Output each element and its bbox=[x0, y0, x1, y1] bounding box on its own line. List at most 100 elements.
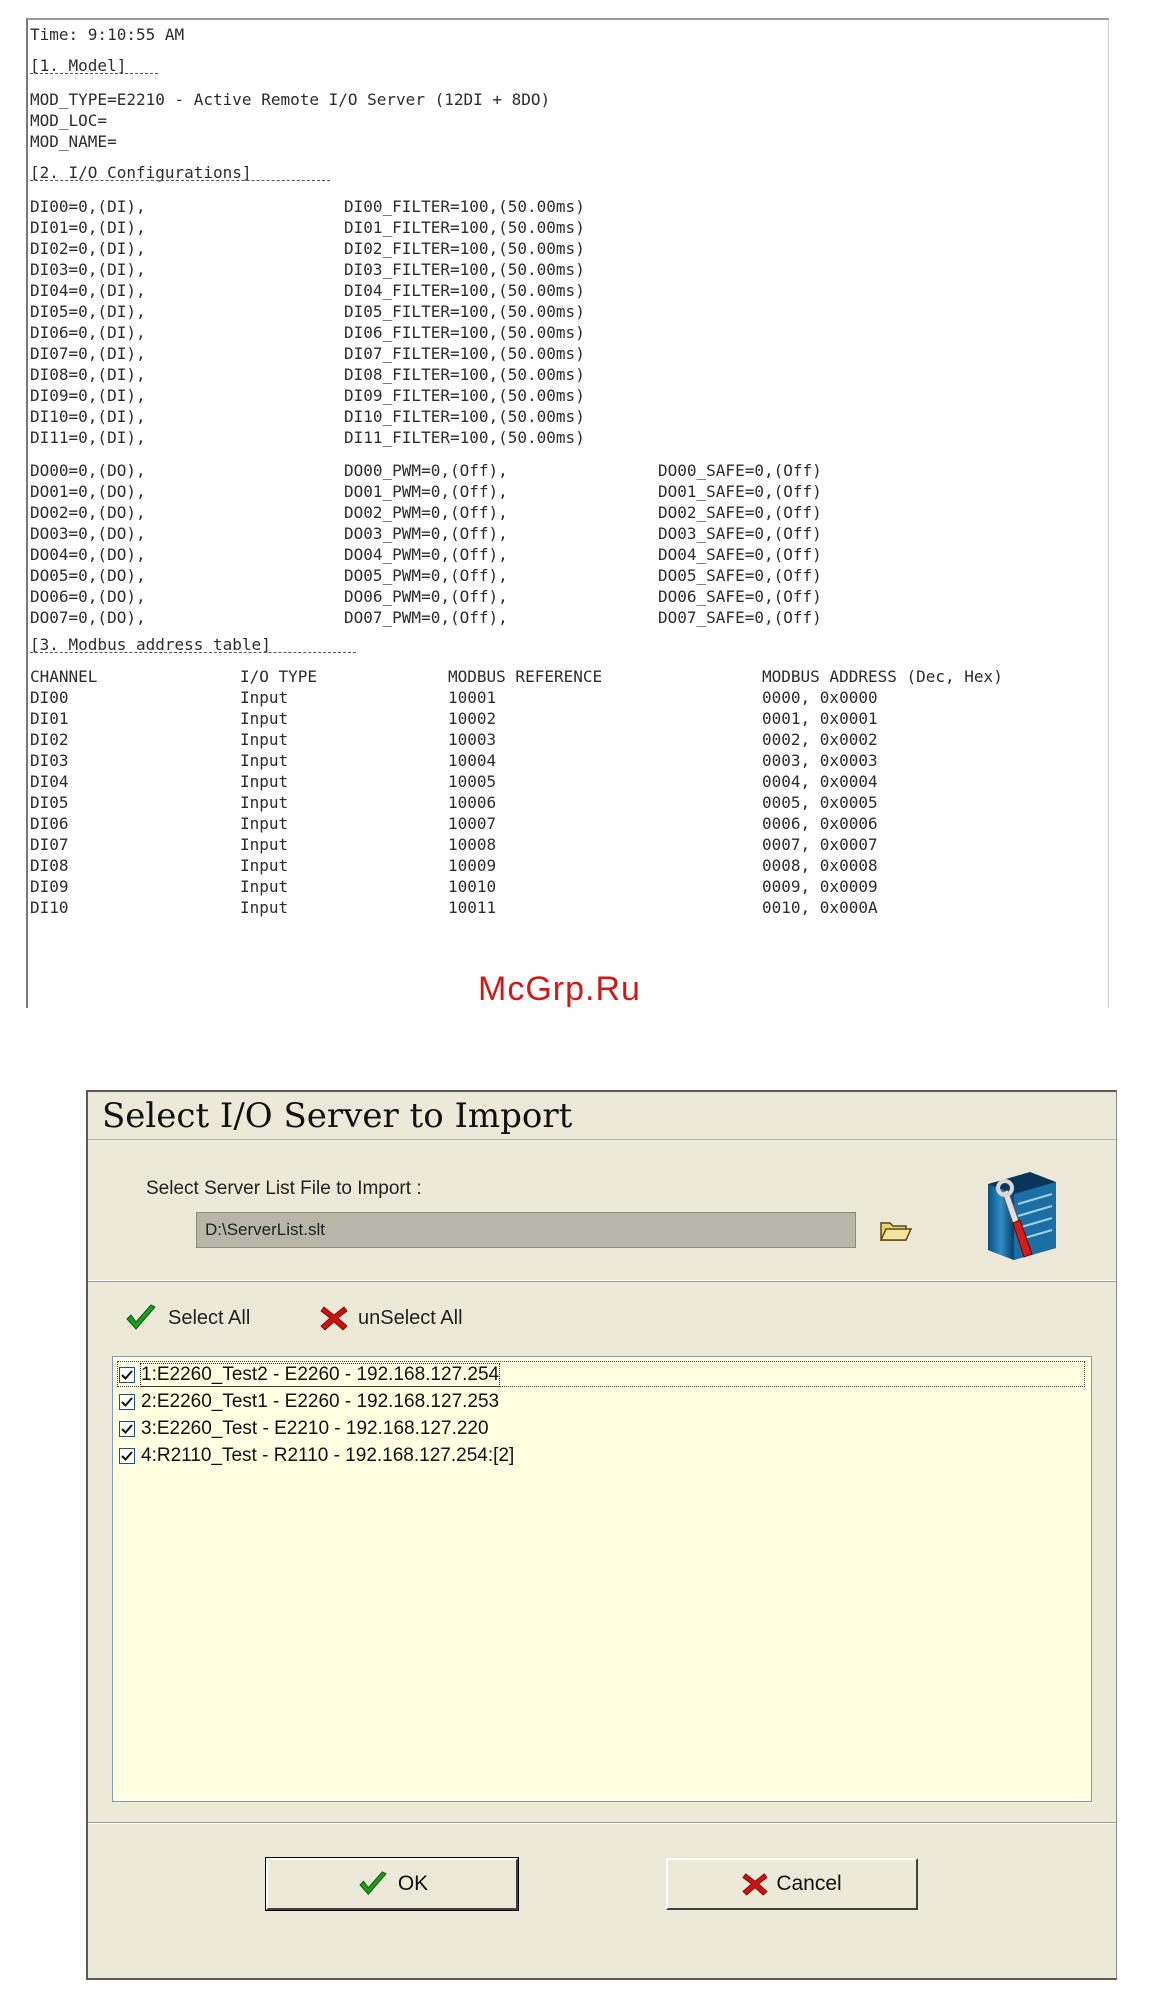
report-text-cell: DO00_PWM=0,(Off), bbox=[344, 461, 508, 480]
report-text-cell: 10009 bbox=[448, 856, 497, 875]
report-text-cell: DO04_PWM=0,(Off), bbox=[344, 545, 508, 564]
report-text-cell: DO00_SAFE=0,(Off) bbox=[658, 461, 822, 480]
report-text-cell: DI11=0,(DI), bbox=[30, 428, 146, 447]
server-checkbox[interactable] bbox=[119, 1367, 135, 1383]
report-text-cell: DI11_FILTER=100,(50.00ms) bbox=[344, 428, 585, 447]
report-text-cell: 10002 bbox=[448, 709, 497, 728]
report-text-cell: 0010, 0x000A bbox=[762, 898, 878, 917]
divider bbox=[88, 1822, 1116, 1824]
report-text-cell: DO04=0,(DO), bbox=[30, 545, 146, 564]
report-text-cell: 0001, 0x0001 bbox=[762, 709, 878, 728]
green-check-icon bbox=[359, 1871, 387, 1895]
report-text-cell: DI02_FILTER=100,(50.00ms) bbox=[344, 239, 585, 258]
report-text-cell: 10006 bbox=[448, 793, 497, 812]
red-x-icon bbox=[742, 1873, 768, 1896]
report-text-cell: Time: 9:10:55 AM bbox=[30, 25, 185, 44]
report-text-cell: DO00=0,(DO), bbox=[30, 461, 146, 480]
report-text-cell: DI00 bbox=[30, 688, 69, 707]
report-text-cell: 10005 bbox=[448, 772, 497, 791]
server-checkbox[interactable] bbox=[119, 1421, 135, 1437]
unselect-all-label: unSelect All bbox=[358, 1306, 463, 1329]
report-text-cell: 10008 bbox=[448, 835, 497, 854]
report-text-cell: MOD_LOC= bbox=[30, 111, 108, 130]
green-check-icon bbox=[126, 1304, 156, 1330]
report-text-cell: DI08 bbox=[30, 856, 69, 875]
report-text-cell: DO01_PWM=0,(Off), bbox=[344, 482, 508, 501]
select-all-button[interactable]: Select All bbox=[124, 1298, 250, 1338]
report-text-cell: 0009, 0x0009 bbox=[762, 877, 878, 896]
report-text-cell: DI04_FILTER=100,(50.00ms) bbox=[344, 281, 585, 300]
report-text-cell: MOD_NAME= bbox=[30, 132, 117, 151]
report-text-cell: DI07 bbox=[30, 835, 69, 854]
server-list-file-field[interactable]: D:\ServerList.slt bbox=[196, 1212, 856, 1248]
server-checkbox[interactable] bbox=[119, 1448, 135, 1464]
checkmark-icon bbox=[121, 1451, 133, 1461]
report-text-cell: Input bbox=[240, 814, 289, 833]
report-text-cell: DI07_FILTER=100,(50.00ms) bbox=[344, 344, 585, 363]
report-text-cell: 0000, 0x0000 bbox=[762, 688, 878, 707]
report-text-cell: DI09 bbox=[30, 877, 69, 896]
report-text-cell: DI09_FILTER=100,(50.00ms) bbox=[344, 386, 585, 405]
report-text-cell: Input bbox=[240, 835, 289, 854]
report-text-cell: DI10_FILTER=100,(50.00ms) bbox=[344, 407, 585, 426]
server-list-item[interactable]: 3:E2260_Test - E2210 - 192.168.127.220 bbox=[119, 1417, 489, 1441]
report-text-cell: CHANNEL bbox=[30, 667, 98, 686]
select-io-server-dialog: Select I/O Server to Import Select Serve… bbox=[86, 1090, 1117, 1980]
report-text-cell: DO07_SAFE=0,(Off) bbox=[658, 608, 822, 627]
report-text-cell: DO01_SAFE=0,(Off) bbox=[658, 482, 822, 501]
server-item-label: 4:R2110_Test - R2110 - 192.168.127.254:[… bbox=[141, 1445, 515, 1466]
report-text-cell: DO07_PWM=0,(Off), bbox=[344, 608, 508, 627]
report-text-cell: DI05 bbox=[30, 793, 69, 812]
server-item-label: 2:E2260_Test1 - E2260 - 192.168.127.253 bbox=[141, 1391, 500, 1412]
report-text-cell: DO02=0,(DO), bbox=[30, 503, 146, 522]
dialog-title: Select I/O Server to Import bbox=[88, 1092, 1116, 1140]
checkmark-icon bbox=[121, 1424, 133, 1434]
report-text-cell: DI04 bbox=[30, 772, 69, 791]
report-text-cell: Input bbox=[240, 751, 289, 770]
cancel-button[interactable]: Cancel bbox=[666, 1858, 918, 1910]
report-text-cell: DI06_FILTER=100,(50.00ms) bbox=[344, 323, 585, 342]
report-text-cell: Input bbox=[240, 898, 289, 917]
open-folder-icon[interactable] bbox=[878, 1214, 913, 1246]
report-text-cell: DO05_PWM=0,(Off), bbox=[344, 566, 508, 585]
ok-button[interactable]: OK bbox=[265, 1857, 519, 1911]
report-text-cell: DI06=0,(DI), bbox=[30, 323, 146, 342]
report-text-cell: 10001 bbox=[448, 688, 497, 707]
report-text-cell: Input bbox=[240, 688, 289, 707]
divider bbox=[88, 1280, 1116, 1282]
report-text-cell: DO05=0,(DO), bbox=[30, 566, 146, 585]
report-text-cell: Input bbox=[240, 877, 289, 896]
server-list-item[interactable]: 4:R2110_Test - R2110 - 192.168.127.254:[… bbox=[119, 1444, 514, 1468]
report-text-cell: MODBUS REFERENCE bbox=[448, 667, 603, 686]
server-list[interactable]: 1:E2260_Test2 - E2260 - 192.168.127.254 2… bbox=[112, 1356, 1092, 1802]
report-text-cell: DI03 bbox=[30, 751, 69, 770]
red-x-icon bbox=[320, 1306, 348, 1331]
report-text-cell: 10003 bbox=[448, 730, 497, 749]
report-text-cell: DI05=0,(DI), bbox=[30, 302, 146, 321]
report-text-cell: DO02_SAFE=0,(Off) bbox=[658, 503, 822, 522]
server-list-item[interactable]: 1:E2260_Test2 - E2260 - 192.168.127.254 bbox=[119, 1363, 501, 1387]
report-text-cell: DI07=0,(DI), bbox=[30, 344, 146, 363]
report-text-cell: DI00_FILTER=100,(50.00ms) bbox=[344, 197, 585, 216]
report-text-cell: DI02=0,(DI), bbox=[30, 239, 146, 258]
report-text-cell: Input bbox=[240, 730, 289, 749]
report-text-cell: DO06_PWM=0,(Off), bbox=[344, 587, 508, 606]
file-label: Select Server List File to Import : bbox=[146, 1178, 422, 1199]
report-text-cell: DO02_PWM=0,(Off), bbox=[344, 503, 508, 522]
section-underline bbox=[30, 73, 158, 74]
config-report-panel: Time: 9:10:55 AM [1. Model] MOD_TYPE=E2210… bbox=[26, 18, 1109, 1008]
server-list-item[interactable]: 2:E2260_Test1 - E2260 - 192.168.127.253 bbox=[119, 1390, 499, 1414]
checkmark-icon bbox=[121, 1370, 133, 1380]
report-text-cell: DI06 bbox=[30, 814, 69, 833]
report-text-cell: DI10 bbox=[30, 898, 69, 917]
report-text-cell: DI10=0,(DI), bbox=[30, 407, 146, 426]
report-text-cell: 10011 bbox=[448, 898, 497, 917]
report-text-cell: DO06_SAFE=0,(Off) bbox=[658, 587, 822, 606]
server-checkbox[interactable] bbox=[119, 1394, 135, 1410]
report-text-cell: MOD_TYPE=E2210 - Active Remote I/O Serve… bbox=[30, 90, 551, 109]
section-underline bbox=[30, 652, 356, 653]
report-text-cell: Input bbox=[240, 856, 289, 875]
watermark: McGrp.Ru bbox=[478, 970, 641, 1008]
unselect-all-button[interactable]: unSelect All bbox=[320, 1298, 463, 1338]
report-text-cell: I/O TYPE bbox=[240, 667, 318, 686]
